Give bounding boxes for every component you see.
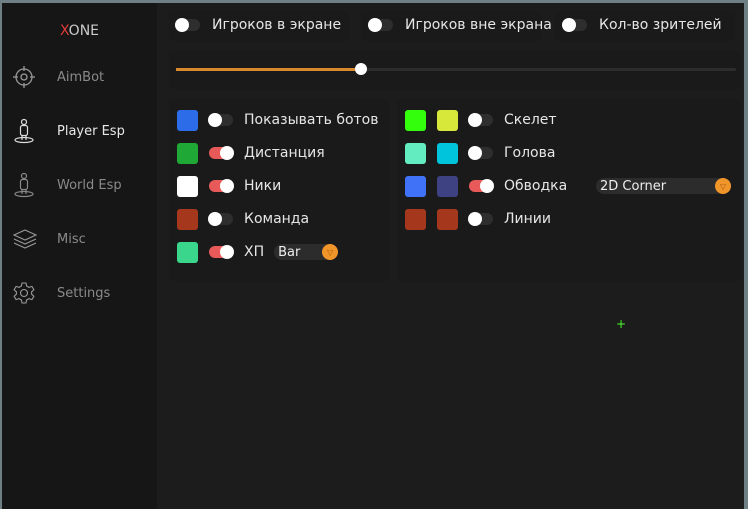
toggle-switch[interactable]	[209, 146, 234, 160]
esp-option-row: Показывать ботов	[177, 109, 378, 131]
toggle-switch[interactable]	[209, 179, 234, 193]
toggle-label: Игроков вне экрана	[405, 17, 552, 33]
option-label: Команда	[244, 211, 310, 227]
main-content: Игроков в экране Игроков вне экрана Кол-…	[157, 3, 744, 509]
option-label: Скелет	[504, 112, 557, 128]
color-swatch[interactable]	[405, 109, 426, 131]
slider-fill	[176, 68, 361, 71]
toggle-on-screen[interactable]: Игроков в экране	[175, 17, 342, 33]
esp-option-row: Обводка 2D Corner ▽	[405, 175, 731, 197]
toggle-label: Кол-во зрителей	[599, 17, 722, 33]
sidebar-item-label: World Esp	[57, 177, 122, 193]
toggle-switch[interactable]	[209, 245, 234, 259]
option-label: Показывать ботов	[244, 112, 379, 128]
slider-handle[interactable]	[354, 63, 367, 75]
color-swatch[interactable]	[177, 175, 198, 197]
dropdown-value: 2D Corner	[600, 178, 667, 194]
esp-option-row: Линии	[405, 208, 596, 230]
toggle-switch[interactable]	[468, 146, 493, 160]
toggle-spectators[interactable]: Кол-во зрителей	[562, 17, 722, 33]
sidebar-item-label: Misc	[57, 231, 86, 247]
esp-option-row: Голова	[405, 142, 596, 164]
esp-option-row: Ники	[177, 175, 281, 197]
color-swatch[interactable]	[437, 175, 458, 197]
esp-option-row: Дистанция	[177, 142, 325, 164]
option-label: Линии	[504, 211, 551, 227]
crosshair-icon	[13, 66, 35, 88]
color-swatch[interactable]	[177, 109, 198, 131]
crosshair-marker: +	[616, 317, 627, 331]
sidebar: XONE AimBot Player Esp World Esp Misc Se…	[2, 3, 157, 509]
toggle-switch[interactable]	[208, 113, 233, 127]
color-swatch[interactable]	[177, 208, 198, 230]
chevron-down-icon: ▽	[715, 178, 731, 194]
option-label: Дистанция	[244, 145, 325, 161]
color-swatch[interactable]	[177, 142, 198, 164]
color-swatch[interactable]	[405, 208, 426, 230]
toggle-switch[interactable]	[468, 212, 493, 226]
option-label: Ники	[244, 178, 282, 194]
color-swatch[interactable]	[437, 208, 458, 230]
color-swatch[interactable]	[437, 109, 458, 131]
logo: XONE	[2, 23, 157, 39]
logo-text: ONE	[68, 23, 100, 39]
chevron-down-icon: ▽	[322, 244, 339, 260]
toggle-off-screen[interactable]: Игроков вне экрана	[368, 17, 552, 33]
toggle-switch[interactable]	[175, 18, 200, 32]
sidebar-item-player-esp[interactable]: Player Esp	[2, 111, 157, 151]
gear-icon	[13, 282, 35, 304]
option-label: Голова	[504, 145, 556, 161]
sidebar-item-settings[interactable]: Settings	[2, 273, 157, 313]
color-swatch[interactable]	[177, 241, 198, 263]
toggle-switch[interactable]	[469, 179, 494, 193]
dropdown-value: Bar	[278, 244, 301, 260]
option-label: Обводка	[504, 178, 568, 194]
sidebar-item-world-esp[interactable]: World Esp	[2, 165, 157, 205]
color-swatch[interactable]	[437, 142, 458, 164]
player-icon	[14, 118, 34, 144]
color-swatch[interactable]	[405, 142, 426, 164]
option-label: ХП	[244, 244, 265, 260]
toggle-switch[interactable]	[208, 212, 233, 226]
esp-option-row: ХП Bar ▽	[177, 241, 339, 263]
sidebar-item-aimbot[interactable]: AimBot	[2, 57, 157, 97]
sidebar-item-label: Settings	[57, 285, 111, 301]
esp-option-row: Скелет	[405, 109, 596, 131]
layers-icon	[12, 229, 38, 249]
sidebar-item-label: Player Esp	[57, 123, 125, 139]
color-swatch[interactable]	[405, 175, 426, 197]
toggle-switch[interactable]	[562, 18, 587, 32]
toggle-label: Игроков в экране	[212, 17, 342, 33]
toggle-switch[interactable]	[368, 18, 393, 32]
player-icon	[14, 172, 34, 198]
toggle-switch[interactable]	[468, 113, 493, 127]
sidebar-item-misc[interactable]: Misc	[2, 219, 157, 259]
esp-option-row: Команда	[177, 208, 309, 230]
window: XONE AimBot Player Esp World Esp Misc Se…	[2, 3, 744, 509]
logo-x: X	[59, 23, 69, 39]
slider[interactable]	[176, 63, 736, 75]
hp-style-dropdown[interactable]: Bar ▽	[274, 244, 339, 260]
box-style-dropdown[interactable]: 2D Corner ▽	[596, 178, 731, 194]
sidebar-item-label: AimBot	[57, 69, 105, 85]
